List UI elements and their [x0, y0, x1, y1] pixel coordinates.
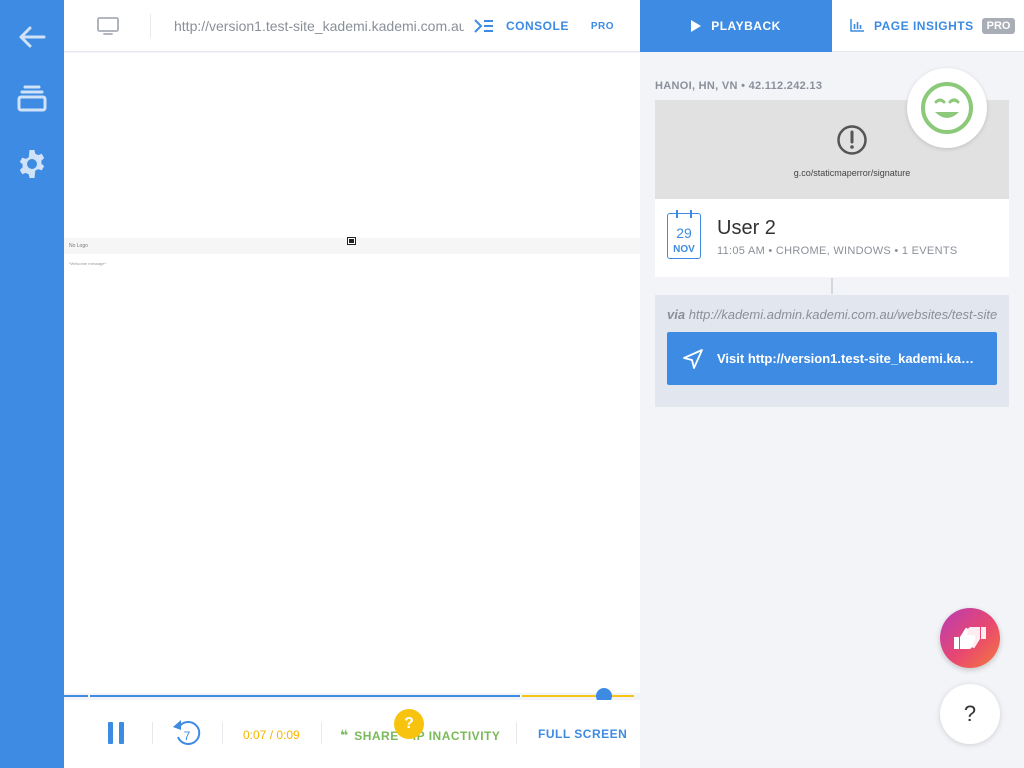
timeline-played [64, 695, 520, 697]
sessions-stack-icon [17, 85, 47, 112]
recorded-image-icon [347, 237, 356, 245]
referrer-text: via http://kademi.admin.kademi.com.au/we… [667, 307, 999, 322]
sentiment-avatar [907, 68, 987, 148]
session-user-card: 29 NOV User 2 11:05 AM • CHROME, WINDOWS… [655, 199, 1009, 277]
controls-divider [152, 722, 153, 744]
settings-button[interactable] [16, 148, 48, 180]
rewind-seconds: 7 [184, 729, 191, 743]
rewind-button[interactable]: 7 [170, 716, 202, 748]
bar-chart-icon [850, 19, 864, 32]
page-url: http://version1.test-site_kademi.kademi.… [174, 18, 464, 34]
controls-divider [222, 722, 223, 744]
back-arrow-icon [19, 26, 46, 48]
referrer-card: via http://kademi.admin.kademi.com.au/we… [655, 295, 1009, 407]
console-pro-badge: PRO [590, 20, 615, 32]
desktop-icon[interactable] [96, 16, 120, 36]
card-connector [831, 278, 833, 294]
recorded-no-logo-text: No Logo [69, 243, 88, 249]
skip-label-share: SHARE [354, 728, 399, 743]
calendar-icon: 29 NOV [667, 210, 701, 259]
visit-page-label: Visit http://version1.test-site_kademi.k… [717, 351, 977, 366]
skip-label-inactivity: IP INACTIVITY [412, 728, 501, 743]
calendar-ring [676, 210, 678, 218]
help-bubble-button[interactable]: ? [394, 709, 424, 739]
help-button[interactable]: ? [940, 684, 1000, 744]
fullscreen-button[interactable]: FULL SCREEN [538, 727, 627, 741]
console-label: CONSOLE [506, 19, 569, 33]
visit-page-button[interactable]: Visit http://version1.test-site_kademi.k… [667, 332, 997, 385]
play-icon [691, 20, 702, 32]
error-icon [837, 125, 867, 155]
session-meta: 11:05 AM • CHROME, WINDOWS • 1 EVENTS [717, 245, 958, 257]
session-day: 29 [676, 225, 692, 241]
playback-time: 0:07 / 0:09 [243, 728, 300, 742]
console-icon [474, 19, 493, 33]
referrer-url: http://kademi.admin.kademi.com.au/websit… [688, 307, 998, 322]
via-prefix: via [667, 307, 686, 322]
tab-playback[interactable]: PLAYBACK [640, 0, 832, 52]
gear-icon [19, 150, 45, 178]
controls-divider [516, 722, 517, 744]
insights-pro-badge: PRO [981, 17, 1016, 34]
rewind-icon: 7 [173, 720, 201, 745]
thumbs-up-down-icon [954, 627, 986, 649]
left-nav [0, 0, 64, 768]
back-button[interactable] [16, 21, 48, 53]
feedback-button[interactable] [940, 608, 1000, 668]
player-topbar: http://version1.test-site_kademi.kademi.… [64, 0, 640, 52]
session-month: NOV [673, 244, 695, 255]
playback-controls: 7 0:07 / 0:09 ❝ SHARE IP INACTIVITY ? FU… [64, 700, 640, 768]
pause-icon [108, 722, 113, 744]
quote-icon: ❝ [340, 727, 349, 743]
tab-insights-label: PAGE INSIGHTS [874, 18, 974, 33]
console-button[interactable]: CONSOLE PRO [474, 12, 614, 40]
controls-divider [321, 722, 322, 744]
topbar-divider [150, 14, 151, 38]
sessions-button[interactable] [16, 84, 48, 116]
tab-playback-label: PLAYBACK [711, 19, 781, 33]
timeline-inactivity [522, 695, 634, 697]
tab-page-insights[interactable]: PAGE INSIGHTS PRO [832, 0, 1024, 52]
session-location: HANOI, HN, VN • 42.112.242.13 [655, 80, 823, 92]
timeline-event-marker [88, 694, 90, 698]
pause-icon-bar [119, 722, 124, 744]
pause-button[interactable] [108, 722, 126, 744]
recorded-header-strip: No Logo [64, 237, 640, 254]
user-name: User 2 [717, 217, 776, 239]
calendar-ring [690, 210, 692, 218]
recording-viewport[interactable]: No Logo *Welcome message* [64, 53, 640, 693]
recorded-welcome-text: *Welcome message* [69, 261, 107, 266]
navigation-arrow-icon [683, 348, 703, 369]
playback-timeline[interactable] [64, 688, 640, 704]
map-error-text: g.co/staticmaperror/signature [793, 168, 911, 178]
happy-face-icon [921, 82, 973, 134]
